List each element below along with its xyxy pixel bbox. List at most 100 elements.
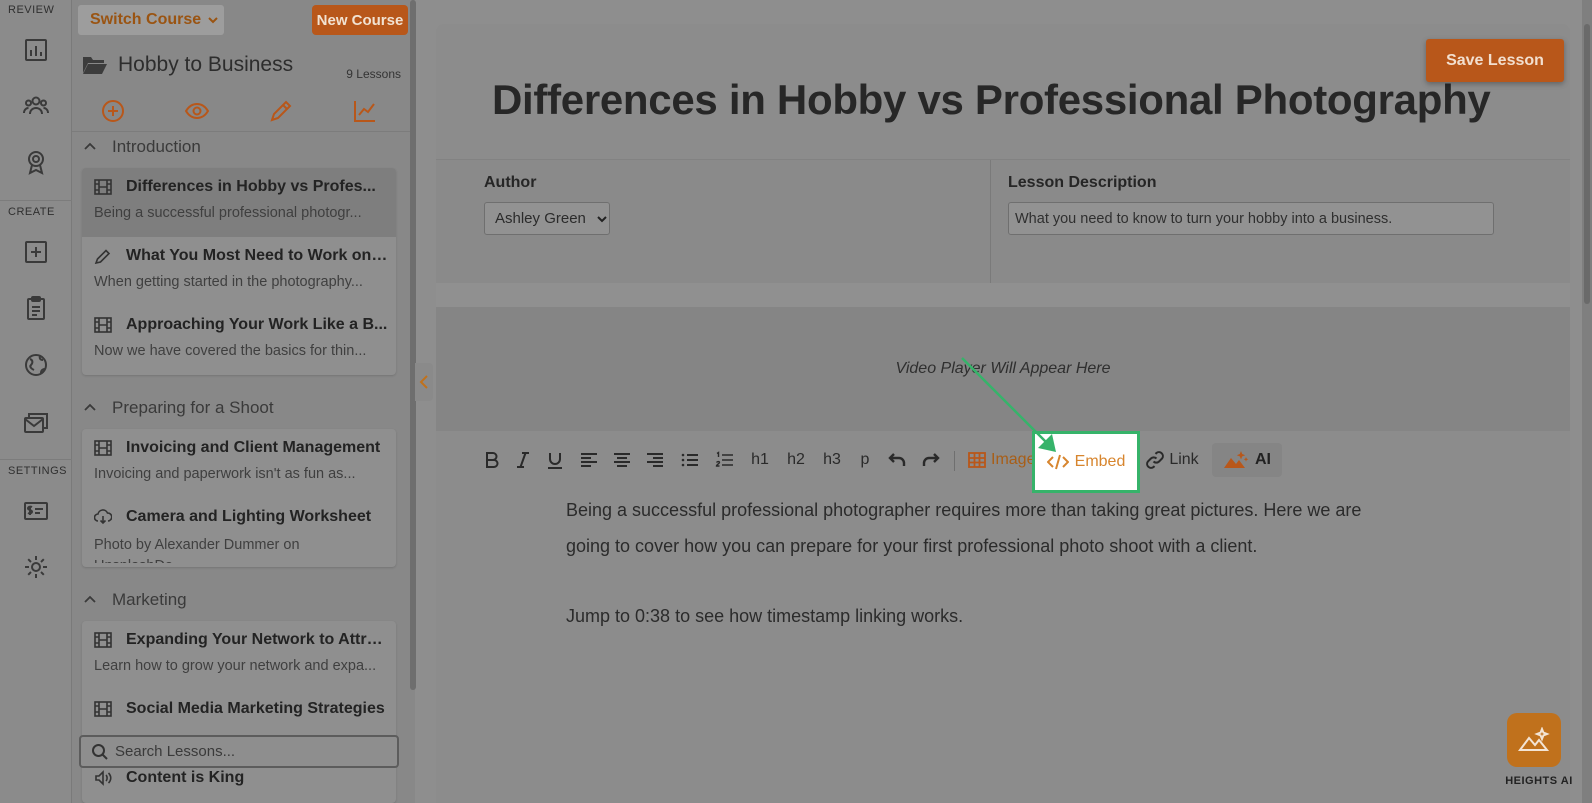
save-lesson-button[interactable]: Save Lesson bbox=[1426, 39, 1564, 82]
description-label: Lesson Description bbox=[1008, 174, 1157, 191]
lesson-content[interactable]: Being a successful professional photogra… bbox=[566, 492, 1396, 634]
film-icon bbox=[94, 179, 112, 195]
lesson-desc: Being a successful professional photogr.… bbox=[94, 205, 362, 221]
search-icon bbox=[92, 743, 108, 760]
lesson-item[interactable]: Invoicing and Client Management Invoicin… bbox=[82, 429, 396, 498]
numbered-list-icon[interactable] bbox=[715, 447, 735, 473]
sidebar-scrollbar[interactable] bbox=[410, 0, 416, 690]
rail-divider bbox=[0, 200, 72, 201]
lesson-desc: Invoicing and paperwork isn't as fun as.… bbox=[94, 466, 356, 482]
lesson-count: 9 Lessons bbox=[346, 67, 401, 81]
heights-ai-button[interactable] bbox=[1507, 713, 1561, 767]
link-label: Link bbox=[1169, 451, 1199, 468]
edit-pencil-icon[interactable] bbox=[268, 98, 294, 124]
film-icon bbox=[94, 317, 112, 333]
chevron-down-icon bbox=[208, 17, 218, 24]
lesson-list: Introduction Differences in Hobby vs Pro… bbox=[72, 132, 415, 803]
code-icon bbox=[1046, 454, 1069, 470]
users-icon[interactable] bbox=[22, 92, 50, 120]
lesson-item[interactable]: Expanding Your Network to Attract Learn … bbox=[82, 621, 396, 690]
chevron-up-icon bbox=[84, 403, 96, 411]
insert-link-button[interactable]: Link bbox=[1142, 447, 1202, 473]
lesson-desc: Now we have covered the basics for thin.… bbox=[94, 343, 367, 359]
section-title: Preparing for a Shoot bbox=[112, 398, 274, 417]
preview-eye-icon[interactable] bbox=[184, 98, 210, 124]
section-header-introduction[interactable]: Introduction bbox=[82, 134, 201, 160]
billing-icon[interactable] bbox=[22, 497, 50, 525]
undo-icon[interactable] bbox=[887, 447, 907, 473]
film-icon bbox=[94, 440, 112, 456]
lesson-title: Expanding Your Network to Attract bbox=[126, 631, 388, 648]
speaker-icon bbox=[95, 770, 112, 786]
align-right-icon[interactable] bbox=[645, 447, 665, 473]
italic-icon[interactable] bbox=[513, 447, 533, 473]
page-scrollbar-thumb[interactable] bbox=[1584, 24, 1590, 304]
section-header-preparing[interactable]: Preparing for a Shoot bbox=[82, 395, 274, 421]
section-card: Expanding Your Network to Attract Learn … bbox=[82, 621, 396, 803]
author-value: Ashley Green bbox=[495, 210, 586, 227]
heading-2-button[interactable]: h2 bbox=[786, 447, 806, 473]
mail-stack-icon[interactable] bbox=[22, 408, 50, 436]
rail-settings-label: SETTINGS bbox=[8, 465, 68, 477]
lesson-title: Camera and Lighting Worksheet bbox=[126, 508, 372, 525]
bold-icon[interactable] bbox=[482, 447, 502, 473]
content-paragraph: Being a successful professional photogra… bbox=[566, 500, 1362, 556]
section-title: Marketing bbox=[112, 590, 187, 609]
gear-icon[interactable] bbox=[22, 553, 50, 581]
author-select[interactable]: Ashley Green bbox=[484, 202, 610, 235]
switch-course-label: Switch Course bbox=[90, 11, 202, 28]
toolbar-divider bbox=[954, 451, 955, 471]
award-icon[interactable] bbox=[22, 148, 50, 176]
folder-open-icon bbox=[83, 57, 107, 74]
switch-course-button[interactable]: Switch Course bbox=[78, 5, 224, 35]
add-square-icon[interactable] bbox=[22, 238, 50, 266]
description-input[interactable] bbox=[1008, 202, 1494, 235]
lesson-desc: When getting started in the photography.… bbox=[94, 274, 363, 290]
rail-create-label: CREATE bbox=[8, 206, 55, 218]
rail-review-label: REVIEW bbox=[8, 4, 55, 16]
reports-icon[interactable] bbox=[22, 36, 50, 64]
rail-divider bbox=[0, 459, 72, 460]
lesson-title: Approaching Your Work Like a B... bbox=[126, 316, 388, 333]
paragraph-button[interactable]: p bbox=[856, 447, 874, 473]
content-paragraph: Jump to 0:38 to see how timestamp linkin… bbox=[566, 606, 964, 626]
embed-button[interactable]: Embed bbox=[1032, 431, 1140, 493]
meta-divider bbox=[990, 160, 991, 284]
section-header-marketing[interactable]: Marketing bbox=[82, 587, 187, 613]
add-lesson-icon[interactable] bbox=[100, 98, 126, 124]
page-scrollbar[interactable] bbox=[1582, 0, 1592, 803]
underline-icon[interactable] bbox=[545, 447, 565, 473]
search-input[interactable] bbox=[115, 743, 385, 760]
lesson-title: Differences in Hobby vs Profes... bbox=[126, 178, 376, 195]
clipboard-icon[interactable] bbox=[22, 294, 50, 322]
film-icon bbox=[94, 701, 112, 717]
chevron-up-icon bbox=[84, 142, 96, 150]
lesson-item[interactable]: What You Most Need to Work on ... When g… bbox=[82, 237, 396, 306]
heading-1-button[interactable]: h1 bbox=[750, 447, 770, 473]
redo-icon[interactable] bbox=[921, 447, 941, 473]
film-icon bbox=[94, 632, 112, 648]
ai-sparkle-icon bbox=[1224, 451, 1249, 468]
bullet-list-icon[interactable] bbox=[680, 447, 700, 473]
collapse-sidebar-button[interactable] bbox=[415, 363, 433, 401]
course-tools bbox=[72, 92, 415, 132]
lesson-item[interactable]: Approaching Your Work Like a B... Now we… bbox=[82, 306, 396, 375]
lesson-title-heading[interactable]: Differences in Hobby vs Professional Pho… bbox=[492, 76, 1491, 124]
insert-image-button[interactable]: Image bbox=[967, 447, 1037, 473]
lesson-title: Social Media Marketing Strategies bbox=[126, 700, 385, 717]
search-lessons[interactable] bbox=[79, 735, 399, 768]
section-card: Invoicing and Client Management Invoicin… bbox=[82, 429, 396, 567]
heading-3-button[interactable]: h3 bbox=[822, 447, 842, 473]
image-grid-icon bbox=[968, 452, 986, 468]
align-left-icon[interactable] bbox=[579, 447, 599, 473]
align-center-icon[interactable] bbox=[612, 447, 632, 473]
analytics-icon[interactable] bbox=[352, 98, 378, 124]
globe-icon[interactable] bbox=[22, 351, 50, 379]
download-icon bbox=[94, 509, 112, 525]
lesson-item-active[interactable]: Differences in Hobby vs Profes... Being … bbox=[82, 168, 396, 237]
lesson-item[interactable]: Camera and Lighting Worksheet Photo by A… bbox=[82, 498, 396, 567]
ai-assist-button[interactable]: AI bbox=[1212, 443, 1282, 477]
new-course-button[interactable]: New Course bbox=[312, 5, 408, 35]
author-label: Author bbox=[484, 174, 537, 191]
lesson-editor: Differences in Hobby vs Professional Pho… bbox=[436, 24, 1570, 803]
